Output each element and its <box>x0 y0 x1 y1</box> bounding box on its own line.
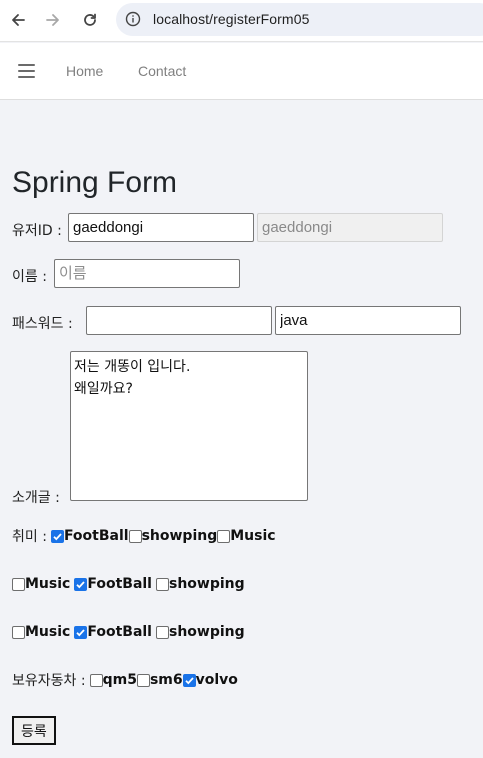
info-icon[interactable] <box>124 10 142 28</box>
checkbox[interactable] <box>182 673 196 687</box>
checkbox-label: FootBall <box>87 624 152 640</box>
checkbox-label: showping <box>168 576 245 592</box>
car-row: 보유자동차 : qm5 sm6 volvo <box>12 670 238 690</box>
checkbox[interactable] <box>89 673 103 687</box>
checkbox[interactable] <box>155 577 169 591</box>
intro-label: 소개글 : <box>12 490 60 506</box>
nav-link-contact[interactable]: Contact <box>138 63 186 79</box>
password-label: 패스워드 : <box>12 316 73 332</box>
checkbox-label: Music <box>25 576 71 592</box>
checkbox[interactable] <box>74 625 88 639</box>
menu-icon[interactable] <box>18 64 35 78</box>
userid-disabled-input <box>257 213 443 242</box>
userid-label: 유저ID : <box>12 223 62 239</box>
name-input[interactable] <box>54 259 240 288</box>
name-label: 이름 : <box>12 269 47 285</box>
back-arrow-icon[interactable] <box>5 7 31 33</box>
checkbox[interactable] <box>12 577 25 591</box>
forward-arrow-icon[interactable] <box>40 7 66 33</box>
submit-button[interactable]: 등록 <box>12 716 56 745</box>
checkbox[interactable] <box>217 529 231 543</box>
userid-input[interactable] <box>68 213 254 242</box>
checkbox-label: Music <box>230 528 276 544</box>
url-text[interactable]: localhost/registerForm05 <box>153 11 309 27</box>
hobby-row-1: 취미 : FootBall showping Music <box>12 526 276 546</box>
checkbox[interactable] <box>128 529 142 543</box>
checkbox-label: showping <box>141 528 218 544</box>
checkbox-label: qm5 <box>102 672 137 688</box>
site-navbar: Home Contact <box>0 43 483 100</box>
checkbox[interactable] <box>136 673 150 687</box>
checkbox-label: volvo <box>195 672 238 688</box>
nav-link-home[interactable]: Home <box>66 63 103 79</box>
checkbox[interactable] <box>50 529 64 543</box>
checkbox-label: Music <box>25 624 71 640</box>
car-label: 보유자동차 : <box>12 673 86 689</box>
hobby-label: 취미 : <box>12 529 47 545</box>
hobby-row-2: Music FootBall showping <box>12 574 245 594</box>
reload-icon[interactable] <box>77 7 103 33</box>
checkbox[interactable] <box>155 625 169 639</box>
password-input[interactable] <box>86 306 272 335</box>
checkbox-label: FootBall <box>87 576 152 592</box>
address-bar[interactable]: localhost/registerForm05 <box>116 3 483 36</box>
checkbox[interactable] <box>74 577 88 591</box>
password-text-input[interactable] <box>275 306 461 335</box>
checkbox[interactable] <box>12 625 25 639</box>
intro-textarea[interactable] <box>70 351 308 501</box>
checkbox-label: FootBall <box>63 528 129 544</box>
checkbox-label: showping <box>168 624 245 640</box>
hobby-row-3: Music FootBall showping <box>12 622 245 642</box>
browser-toolbar: localhost/registerForm05 <box>0 0 483 42</box>
checkbox-label: sm6 <box>149 672 183 688</box>
page-title: Spring Form <box>12 166 178 199</box>
